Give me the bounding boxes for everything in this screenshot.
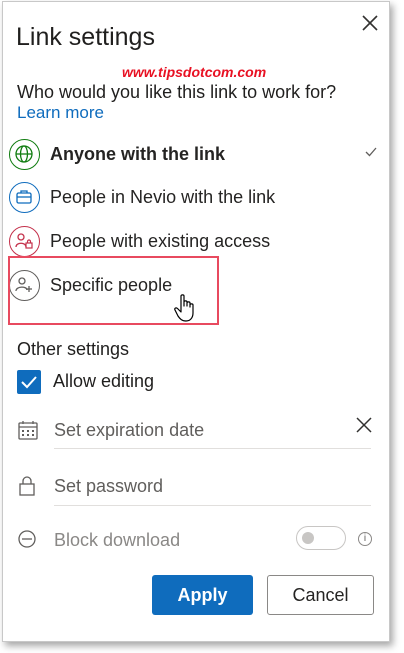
option-label: Anyone with the link [50, 144, 226, 164]
expiration-date-field[interactable]: Set expiration date [54, 420, 204, 441]
people-lock-icon [9, 226, 40, 257]
password-field[interactable]: Set password [54, 476, 163, 497]
option-existing-access[interactable]: People with existing access [9, 222, 381, 260]
apply-button[interactable]: Apply [152, 575, 253, 615]
checkmark-icon [365, 147, 377, 157]
lock-icon [19, 476, 35, 496]
divider [54, 505, 371, 506]
globe-icon [9, 139, 40, 170]
link-settings-dialog: Link settings www.tipsdotcom.com Who wou… [2, 1, 390, 642]
other-settings-heading: Other settings [17, 339, 130, 359]
toggle-knob [302, 532, 314, 544]
clear-date-icon[interactable] [355, 416, 373, 434]
option-label: People in Nevio with the link [50, 187, 276, 207]
option-label: People with existing access [50, 231, 271, 251]
block-download-toggle[interactable] [296, 526, 346, 550]
dialog-title: Link settings [16, 23, 155, 51]
watermark-text: www.tipsdotcom.com [122, 64, 267, 80]
learn-more-link[interactable]: Learn more [17, 103, 104, 123]
briefcase-icon [9, 182, 40, 213]
checkmark-icon [21, 376, 37, 389]
divider [54, 448, 371, 449]
allow-editing-checkbox[interactable] [17, 370, 41, 394]
option-anyone-with-link[interactable]: Anyone with the link [9, 135, 381, 173]
cancel-button[interactable]: Cancel [267, 575, 374, 615]
info-icon[interactable]: i [358, 532, 372, 546]
hand-cursor-icon [174, 294, 194, 322]
block-download-label: Block download [54, 530, 181, 550]
option-people-in-org[interactable]: People in Nevio with the link [9, 178, 381, 216]
question-text: Who would you like this link to work for… [17, 82, 337, 102]
block-icon [18, 530, 36, 548]
close-icon[interactable] [359, 12, 381, 34]
calendar-icon [18, 421, 38, 440]
allow-editing-label[interactable]: Allow editing [53, 371, 154, 392]
